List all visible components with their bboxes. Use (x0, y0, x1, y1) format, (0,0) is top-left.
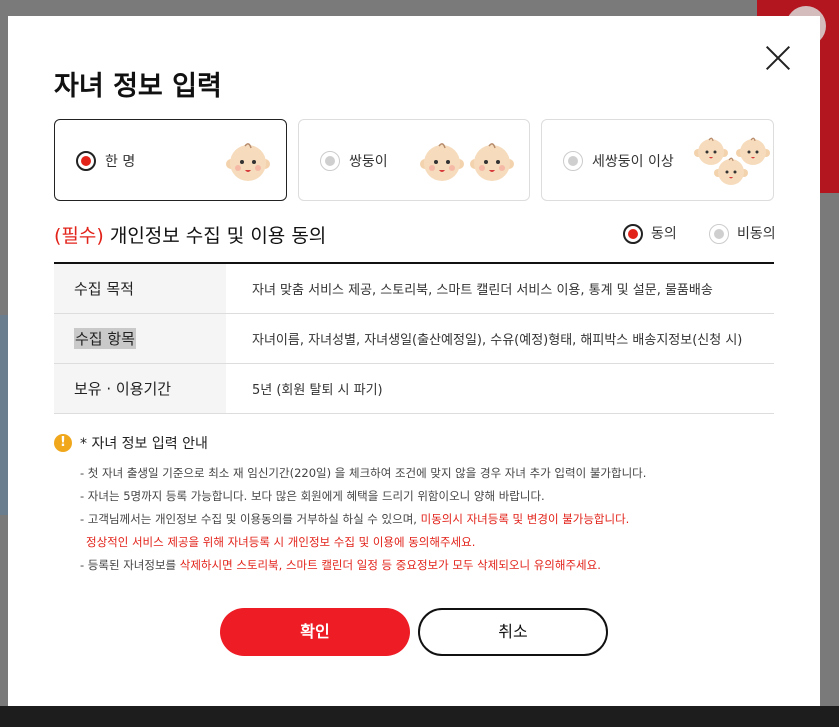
table-row: 보유 · 이용기간 5년 (회원 탈퇴 시 파기) (54, 364, 774, 414)
table-value-cell: 자녀이름, 자녀성별, 자녀생일(출산예정일), 수유(예정)형태, 해피박스 … (252, 333, 743, 348)
highlighted-header-text: 수집 항목 (74, 328, 136, 349)
notice-line: - 등록된 자녀정보를 삭제하시면 스토리북, 스마트 캘린더 일정 등 중요정… (80, 554, 780, 577)
required-tag: (필수) (54, 225, 104, 247)
table-header-cell: 보유 · 이용기간 (54, 364, 226, 413)
background-footer (0, 706, 839, 727)
agree-option[interactable]: 동의 (623, 223, 677, 244)
option-one-child-label: 한 명 (105, 154, 136, 170)
disagree-option[interactable]: 비동의 (709, 223, 776, 244)
notice-line: - 첫 자녀 출생일 기준으로 최소 재 임신기간(220일) 을 체크하여 조… (80, 466, 647, 480)
notice-title: * 자녀 정보 입력 안내 (80, 436, 208, 452)
modal-title: 자녀 정보 입력 (54, 71, 222, 102)
notice-warning-text: 미동의시 자녀등록 및 변경이 불가능합니다. (420, 512, 630, 526)
notice-line: 정상적인 서비스 제공을 위해 자녀등록 시 개인정보 수집 및 이용에 동의해… (86, 535, 476, 549)
table-value-cell: 5년 (회원 탈퇴 시 파기) (252, 383, 383, 398)
baby-face-icon (420, 143, 464, 181)
option-twins[interactable]: 쌍둥이 (298, 119, 530, 201)
option-twins-label: 쌍둥이 (349, 154, 388, 170)
consent-title-text: 개인정보 수집 및 이용 동의 (103, 225, 327, 247)
radio-agree[interactable] (623, 224, 643, 244)
radio-disagree[interactable] (709, 224, 729, 244)
notice-warning-text: 삭제하시면 스토리북, 스마트 캘린더 일정 등 중요정보가 모두 삭제되오니 … (179, 558, 601, 572)
child-info-modal: 자녀 정보 입력 한 명 쌍둥이 세쌍둥이 이상 (필수) 개인정보 수집 및 … (8, 16, 820, 706)
cancel-button[interactable]: 취소 (418, 608, 608, 656)
close-icon[interactable] (766, 46, 790, 70)
notice-line: - 자녀는 5명까지 등록 가능합니다. 보다 많은 회원에게 혜택을 드리기 … (80, 489, 545, 503)
table-header-cell: 수집 항목 (54, 314, 226, 363)
table-row: 수집 목적 자녀 맞춤 서비스 제공, 스토리북, 스마트 캘린더 서비스 이용… (54, 264, 774, 314)
option-triplets[interactable]: 세쌍둥이 이상 (541, 119, 774, 201)
table-value-cell: 자녀 맞춤 서비스 제공, 스토리북, 스마트 캘린더 서비스 이용, 통계 및… (252, 283, 713, 298)
disagree-label: 비동의 (737, 226, 776, 242)
notice-line: - 고객님께서는 개인정보 수집 및 이용동의를 거부하실 하실 수 있으며, … (80, 508, 780, 531)
baby-face-icon (470, 143, 514, 181)
confirm-button[interactable]: 확인 (220, 608, 410, 656)
consent-table: 수집 목적 자녀 맞춤 서비스 제공, 스토리북, 스마트 캘린더 서비스 이용… (54, 262, 774, 414)
notice-text: - 등록된 자녀정보를 (80, 558, 180, 572)
option-one-child[interactable]: 한 명 (54, 119, 287, 201)
baby-face-icon (714, 157, 748, 185)
radio-one-child[interactable] (76, 151, 96, 171)
option-triplets-label: 세쌍둥이 이상 (592, 154, 674, 170)
baby-face-icon (226, 143, 270, 181)
agree-label: 동의 (651, 226, 677, 242)
exclamation-icon: ! (54, 434, 72, 452)
radio-triplets[interactable] (563, 151, 583, 171)
notice-list: - 첫 자녀 출생일 기준으로 최소 재 임신기간(220일) 을 체크하여 조… (80, 462, 780, 577)
notice-text: - 고객님께서는 개인정보 수집 및 이용동의를 거부하실 하실 수 있으며, (80, 512, 421, 526)
table-header-cell: 수집 목적 (54, 264, 226, 313)
consent-title: (필수) 개인정보 수집 및 이용 동의 (54, 221, 326, 248)
table-row: 수집 항목 자녀이름, 자녀성별, 자녀생일(출산예정일), 수유(예정)형태,… (54, 314, 774, 364)
radio-twins[interactable] (320, 151, 340, 171)
